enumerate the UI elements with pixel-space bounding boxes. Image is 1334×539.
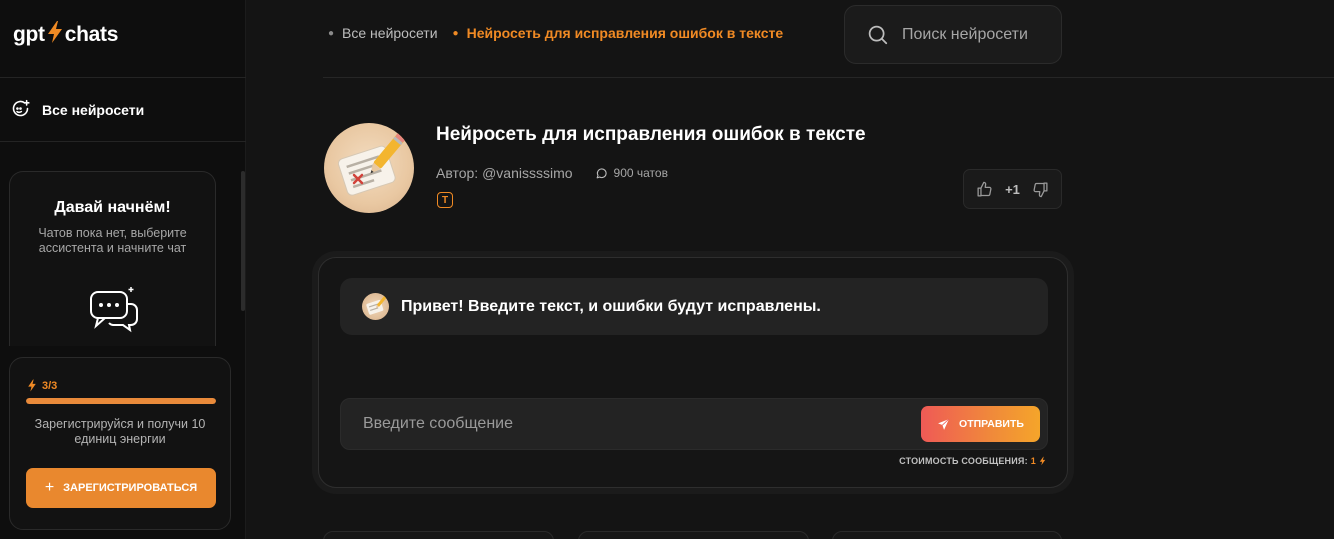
- logo-text-left: gpt: [13, 23, 45, 46]
- thumbs-down-icon[interactable]: [1032, 181, 1049, 198]
- assistant-card[interactable]: [578, 531, 809, 539]
- chat-plus-icon: [10, 98, 31, 122]
- sidebar-scrollbar[interactable]: [241, 171, 245, 311]
- search-input[interactable]: Поиск нейросети: [844, 5, 1062, 64]
- breadcrumb-label: Нейросеть для исправления ошибок в текст…: [466, 25, 784, 41]
- header-divider: [323, 77, 1334, 78]
- comment-icon: [596, 167, 607, 178]
- energy-text: Зарегистрируйся и получи 10 единиц энерг…: [34, 417, 206, 446]
- chat-count: 900 чатов: [595, 166, 668, 180]
- empty-chats-title: Давай начнём!: [54, 199, 171, 216]
- message-composer: ОТПРАВИТЬ: [340, 398, 1048, 450]
- register-button[interactable]: + ЗАРЕГИСТРИРОВАТЬСЯ: [26, 468, 216, 508]
- sidebar-divider: [0, 77, 246, 78]
- message-cost: СТОИМОСТЬ СООБЩЕНИЯ: 1: [899, 456, 1046, 466]
- message-cost-value: 1: [1030, 456, 1036, 466]
- energy-progress-bar: [26, 398, 216, 404]
- message-cost-label: СТОИМОСТЬ СООБЩЕНИЯ:: [899, 456, 1028, 466]
- register-button-label: ЗАРЕГИСТРИРОВАТЬСЯ: [63, 482, 198, 494]
- send-button[interactable]: ОТПРАВИТЬ: [921, 406, 1040, 442]
- empty-chats-text: Чатов пока нет, выберите ассистента и на…: [38, 226, 187, 255]
- energy-card: 3/3 Зарегистрируйся и получи 10 единиц э…: [9, 357, 231, 530]
- bot-message: Привет! Введите текст, и ошибки будут ис…: [340, 278, 1048, 335]
- bullet-icon: ●: [328, 27, 335, 39]
- chat-panel: Привет! Введите текст, и ошибки будут ис…: [318, 257, 1068, 488]
- assistant-card[interactable]: [832, 531, 1062, 539]
- breadcrumb-label: Все нейросети: [342, 25, 438, 41]
- vote-count: +1: [1005, 181, 1020, 197]
- send-icon: [938, 418, 950, 430]
- text-tag-icon: T: [437, 192, 453, 208]
- search-placeholder: Поиск нейросети: [902, 25, 1028, 43]
- assistant-avatar: [324, 123, 414, 213]
- energy-count: 3/3: [42, 379, 58, 392]
- assistant-card[interactable]: [323, 531, 554, 539]
- message-input[interactable]: [341, 399, 911, 449]
- thumbs-up-icon[interactable]: [976, 181, 993, 198]
- logo-text-right: chats: [64, 23, 119, 46]
- chat-count-label: 900 чатов: [613, 166, 668, 180]
- vote-control: +1: [963, 169, 1062, 209]
- energy-progress-fill: [26, 398, 216, 404]
- breadcrumb-item-current[interactable]: ● Нейросеть для исправления ошибок в тек…: [453, 25, 784, 41]
- bolt-icon: [1039, 456, 1046, 466]
- energy-label: 3/3: [27, 379, 57, 392]
- breadcrumb: ● Все нейросети ● Нейросеть для исправле…: [328, 25, 783, 41]
- assistant-title: Нейросеть для исправления ошибок в текст…: [436, 124, 866, 145]
- send-button-label: ОТПРАВИТЬ: [959, 418, 1024, 430]
- bolt-icon: [46, 20, 64, 50]
- chat-bubbles-icon: [90, 287, 138, 333]
- bolt-icon: [28, 379, 36, 392]
- sidebar-divider: [0, 141, 246, 142]
- search-icon: [868, 25, 888, 45]
- breadcrumb-item-all-networks[interactable]: ● Все нейросети: [328, 25, 438, 41]
- bullet-icon: ●: [452, 27, 459, 39]
- assistant-author[interactable]: Автор: @vanissssimo: [436, 165, 573, 181]
- sidebar-item-all-networks[interactable]: Все нейросети: [10, 98, 144, 122]
- bot-message-text: Привет! Введите текст, и ошибки будут ис…: [401, 297, 821, 315]
- logo[interactable]: gpt chats: [13, 20, 118, 50]
- bot-avatar: [362, 293, 389, 320]
- assistant-meta: Автор: @vanissssimo 900 чатов: [436, 165, 668, 181]
- empty-chats-card: Давай начнём! Чатов пока нет, выберите а…: [9, 171, 216, 346]
- sidebar: gpt chats Все нейросети Давай начнём! Ча…: [0, 0, 246, 539]
- sidebar-item-label: Все нейросети: [42, 102, 145, 118]
- plus-icon: +: [44, 479, 55, 496]
